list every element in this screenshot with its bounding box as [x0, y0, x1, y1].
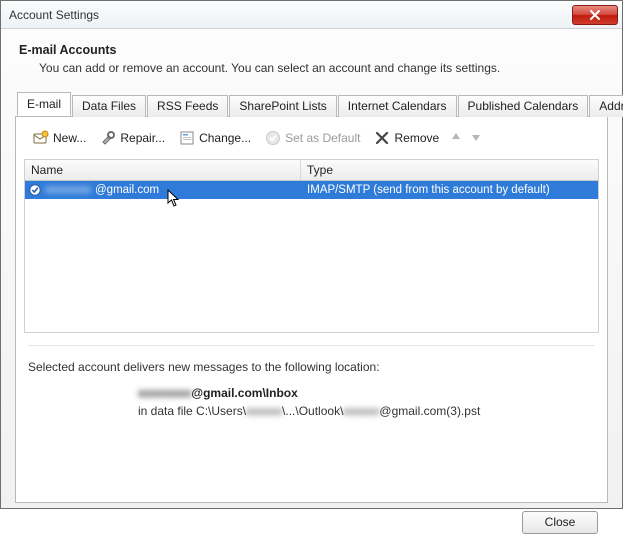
column-header-name[interactable]: Name: [25, 160, 301, 180]
section-subtitle: You can add or remove an account. You ca…: [39, 61, 608, 75]
default-account-check-icon: [29, 184, 41, 196]
change-label: Change...: [199, 131, 251, 145]
repair-icon: [100, 130, 116, 146]
tab-published-calendars[interactable]: Published Calendars: [458, 95, 589, 117]
repair-account-button[interactable]: Repair...: [95, 127, 170, 149]
move-down-button: [468, 130, 484, 146]
delivery-location-section: Selected account delivers new messages t…: [28, 345, 595, 490]
remove-account-button[interactable]: Remove: [369, 127, 444, 149]
new-label: New...: [53, 131, 86, 145]
account-list[interactable]: xxxxxxxx @gmail.com IMAP/SMTP (send from …: [24, 181, 599, 333]
dialog-footer: Close: [15, 503, 608, 534]
delivery-path-tail: @gmail.com(3).pst: [379, 404, 480, 418]
delivery-path-redacted-1: xxxxxx: [246, 404, 282, 418]
new-icon: [33, 130, 49, 146]
window-close-button[interactable]: [572, 5, 618, 25]
close-button[interactable]: Close: [522, 511, 598, 534]
account-settings-window: Account Settings E-mail Accounts You can…: [0, 0, 623, 509]
arrow-up-icon: [450, 131, 462, 143]
section-heading: E-mail Accounts: [19, 43, 608, 57]
repair-label: Repair...: [120, 131, 165, 145]
delivery-path-mid: \...\Outlook\: [282, 404, 343, 418]
arrow-down-icon: [470, 131, 482, 143]
default-check-icon: [265, 130, 281, 146]
titlebar: Account Settings: [1, 1, 622, 29]
tab-strip: E-mail Data Files RSS Feeds SharePoint L…: [15, 93, 608, 117]
account-name-cell: xxxxxxxx @gmail.com: [25, 184, 301, 196]
tab-panel-email: New... Repair... Change...: [15, 117, 608, 503]
set-default-label: Set as Default: [285, 131, 360, 145]
delivery-account-redacted: xxxxxxxx: [138, 386, 191, 400]
column-header-type[interactable]: Type: [301, 163, 598, 177]
change-icon: [179, 130, 195, 146]
tab-email[interactable]: E-mail: [17, 92, 71, 116]
window-title: Account Settings: [9, 8, 99, 22]
remove-icon: [374, 130, 390, 146]
remove-label: Remove: [394, 131, 439, 145]
tab-rss-feeds[interactable]: RSS Feeds: [147, 95, 228, 117]
delivery-path: in data file C:\Users\xxxxxx\...\Outlook…: [138, 404, 595, 418]
tab-data-files[interactable]: Data Files: [72, 95, 146, 117]
accounts-toolbar: New... Repair... Change...: [24, 125, 599, 159]
delivery-account-tail: @gmail.com\Inbox: [191, 386, 297, 400]
delivery-location: xxxxxxxx@gmail.com\Inbox: [138, 386, 595, 400]
tab-sharepoint-lists[interactable]: SharePoint Lists: [229, 95, 336, 117]
account-name-tail: @gmail.com: [95, 184, 159, 196]
new-account-button[interactable]: New...: [28, 127, 91, 149]
move-up-button: [448, 130, 464, 146]
delivery-path-prefix: in data file C:\Users\: [138, 404, 246, 418]
delivery-intro: Selected account delivers new messages t…: [28, 360, 595, 374]
delivery-path-redacted-2: xxxxxx: [343, 404, 379, 418]
set-default-button: Set as Default: [260, 127, 365, 149]
account-list-header: Name Type: [24, 159, 599, 181]
dialog-body: E-mail Accounts You can add or remove an…: [1, 29, 622, 544]
account-name-redacted: xxxxxxxx: [45, 184, 91, 196]
close-icon: [589, 10, 601, 20]
tab-internet-calendars[interactable]: Internet Calendars: [338, 95, 457, 117]
account-type-cell: IMAP/SMTP (send from this account by def…: [301, 184, 598, 196]
change-account-button[interactable]: Change...: [174, 127, 256, 149]
account-row[interactable]: xxxxxxxx @gmail.com IMAP/SMTP (send from …: [25, 181, 598, 199]
tab-address-books[interactable]: Address Books: [589, 95, 623, 117]
